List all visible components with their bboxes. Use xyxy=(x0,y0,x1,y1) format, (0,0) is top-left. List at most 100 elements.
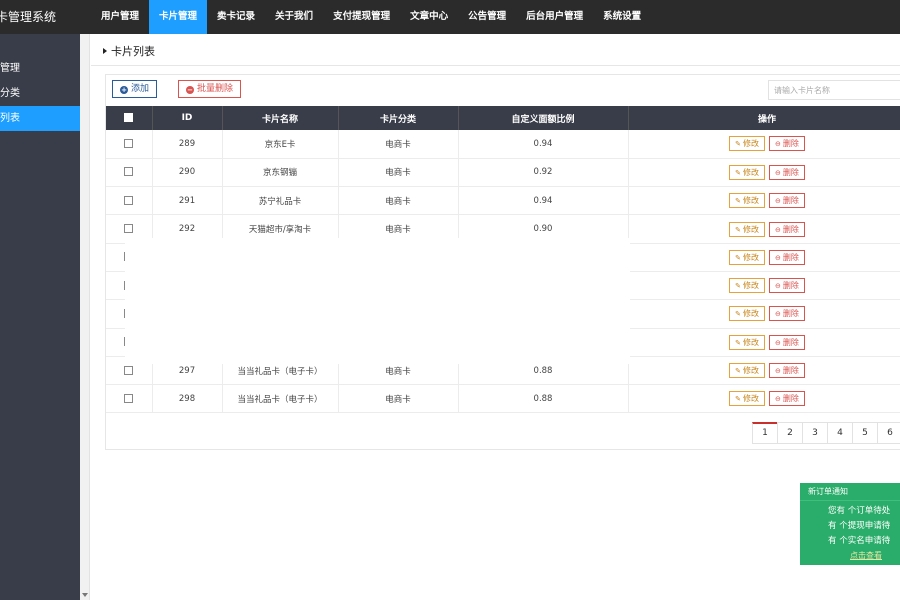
bulk-delete-button[interactable]: − 批量删除 xyxy=(178,80,242,98)
cell-category: 电商卡 xyxy=(338,158,459,188)
minus-circle-icon: ⊖ xyxy=(775,197,781,206)
delete-button[interactable]: ⊖ 删除 xyxy=(769,363,805,379)
add-button-label: 添加 xyxy=(131,84,150,94)
edit-button[interactable]: ✎ 修改 xyxy=(729,136,765,152)
cell-ratio: 0.92 xyxy=(458,158,629,188)
page-6-button[interactable]: 6 xyxy=(877,422,900,444)
nav-item-payment-withdrawal[interactable]: 支付提现管理 xyxy=(323,0,400,34)
edit-button[interactable]: ✎ 修改 xyxy=(729,164,765,180)
minus-circle-icon: ⊖ xyxy=(775,395,781,404)
header-actions: 操作 xyxy=(628,106,900,130)
edit-button[interactable]: ✎ 修改 xyxy=(729,306,765,322)
nav-item-announcements[interactable]: 公告管理 xyxy=(458,0,516,34)
row-checkbox[interactable] xyxy=(124,224,134,234)
delete-button[interactable]: ⊖ 删除 xyxy=(769,391,805,407)
pencil-icon: ✎ xyxy=(735,253,741,262)
minus-circle-icon: ⊖ xyxy=(775,338,781,347)
delete-button[interactable]: ⊖ 删除 xyxy=(769,164,805,180)
pencil-icon: ✎ xyxy=(735,310,741,319)
sidebar-item-list[interactable]: 列表 xyxy=(0,106,80,131)
pencil-icon: ✎ xyxy=(735,367,741,376)
nav-item-about-us[interactable]: 关于我们 xyxy=(265,0,323,34)
bulk-delete-label: 批量删除 xyxy=(197,84,234,94)
edit-button[interactable]: ✎ 修改 xyxy=(729,221,765,237)
plus-circle-icon: + xyxy=(120,86,128,94)
edit-button[interactable]: ✎ 修改 xyxy=(729,391,765,407)
nav-item-article-center[interactable]: 文章中心 xyxy=(400,0,458,34)
cell-category: 电商卡 xyxy=(338,384,459,414)
edit-button[interactable]: ✎ 修改 xyxy=(729,193,765,209)
delete-button[interactable]: ⊖ 删除 xyxy=(769,136,805,152)
add-button[interactable]: + 添加 xyxy=(112,80,158,98)
cell-id: 291 xyxy=(152,186,223,216)
pencil-icon: ✎ xyxy=(735,395,741,404)
row-checkbox[interactable] xyxy=(124,138,134,148)
table-row: 298 当当礼品卡（电子卡） 电商卡 0.88 ✎ 修改 ⊖ 删除 xyxy=(106,384,900,414)
search-input[interactable] xyxy=(768,80,900,100)
delete-label: 删除 xyxy=(782,167,799,177)
caret-right-icon xyxy=(103,48,107,54)
pagination: 1 2 3 4 5 6 xyxy=(752,422,900,444)
scroll-down-arrow-icon[interactable] xyxy=(82,593,88,597)
divider xyxy=(91,65,900,66)
row-checkbox[interactable] xyxy=(124,365,134,375)
row-checkbox[interactable] xyxy=(124,393,134,403)
minus-circle-icon: ⊖ xyxy=(775,168,781,177)
nav-item-admin-users[interactable]: 后台用户管理 xyxy=(516,0,593,34)
page-3-button[interactable]: 3 xyxy=(802,422,828,444)
cell-name: 苏宁礼品卡 xyxy=(222,186,339,216)
delete-label: 删除 xyxy=(782,139,799,149)
edit-button[interactable]: ✎ 修改 xyxy=(729,249,765,265)
delete-label: 删除 xyxy=(782,366,799,376)
delete-label: 删除 xyxy=(782,252,799,262)
pencil-icon: ✎ xyxy=(735,140,741,149)
delete-label: 删除 xyxy=(782,394,799,404)
notice-title: 新订单通知 xyxy=(800,483,900,501)
nav-item-user-management[interactable]: 用户管理 xyxy=(91,0,149,34)
notice-view-link[interactable]: 点击查看 xyxy=(800,549,900,563)
edit-label: 修改 xyxy=(743,337,759,347)
edit-label: 修改 xyxy=(743,139,759,149)
edit-label: 修改 xyxy=(743,196,759,206)
row-checkbox[interactable] xyxy=(124,167,134,177)
minus-circle-icon: − xyxy=(186,86,194,94)
header-card-name: 卡片名称 xyxy=(222,106,339,130)
new-order-notice: 新订单通知 您有 个订单待处 有 个提现申请待 有 个实名申请待 点击查看 xyxy=(800,483,900,565)
sidebar-item-management[interactable]: 管理 xyxy=(0,56,80,81)
page-1-button[interactable]: 1 xyxy=(752,422,778,444)
nav-item-system-settings[interactable]: 系统设置 xyxy=(593,0,651,34)
nav-item-sales-records[interactable]: 卖卡记录 xyxy=(207,0,265,34)
header-id: ID xyxy=(152,106,223,130)
sidebar-item-category[interactable]: 分类 xyxy=(0,81,80,106)
page-4-button[interactable]: 4 xyxy=(827,422,853,444)
page-5-button[interactable]: 5 xyxy=(852,422,878,444)
edit-label: 修改 xyxy=(743,394,759,404)
delete-button[interactable]: ⊖ 删除 xyxy=(769,306,805,322)
edit-label: 修改 xyxy=(743,167,759,177)
delete-button[interactable]: ⊖ 删除 xyxy=(769,249,805,265)
minus-circle-icon: ⊖ xyxy=(775,253,781,262)
cell-name: 京东钢镚 xyxy=(222,158,339,188)
delete-button[interactable]: ⊖ 删除 xyxy=(769,221,805,237)
row-checkbox[interactable] xyxy=(124,195,134,205)
select-all-checkbox[interactable] xyxy=(124,113,134,122)
edit-label: 修改 xyxy=(743,366,759,376)
sidebar-scrollbar[interactable] xyxy=(80,34,90,600)
delete-button[interactable]: ⊖ 删除 xyxy=(769,278,805,294)
cell-id: 289 xyxy=(152,130,223,159)
delete-button[interactable]: ⊖ 删除 xyxy=(769,334,805,350)
header-card-category: 卡片分类 xyxy=(338,106,459,130)
pencil-icon: ✎ xyxy=(735,168,741,177)
edit-button[interactable]: ✎ 修改 xyxy=(729,334,765,350)
header-ratio: 自定义面额比例 xyxy=(458,106,629,130)
delete-button[interactable]: ⊖ 删除 xyxy=(769,193,805,209)
edit-button[interactable]: ✎ 修改 xyxy=(729,363,765,379)
header-select-all[interactable] xyxy=(106,106,153,130)
pencil-icon: ✎ xyxy=(735,282,741,291)
delete-label: 删除 xyxy=(782,281,799,291)
cell-category: 电商卡 xyxy=(338,130,459,159)
nav-item-card-management[interactable]: 卡片管理 xyxy=(149,0,208,34)
edit-label: 修改 xyxy=(743,309,759,319)
edit-button[interactable]: ✎ 修改 xyxy=(729,278,765,294)
page-2-button[interactable]: 2 xyxy=(777,422,803,444)
